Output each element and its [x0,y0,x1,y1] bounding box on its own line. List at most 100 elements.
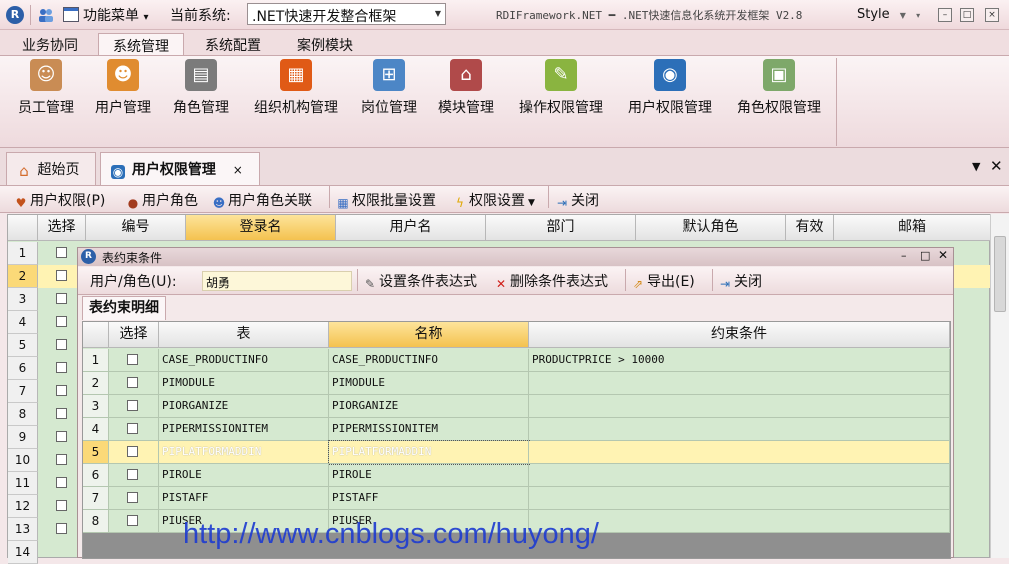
style-menu[interactable]: Style ▼ ▾ [857,7,920,22]
row-number[interactable]: 2 [83,372,109,395]
row-number[interactable]: 13 [8,518,38,541]
row-number[interactable]: 5 [83,441,109,464]
close-icon[interactable]: ✕ [990,157,1003,175]
maximize-icon[interactable]: □ [920,249,930,262]
minimize-icon[interactable]: – [901,249,907,262]
function-menu-button[interactable]: 功能菜单 ▾ [83,5,148,25]
close-icon[interactable]: × [985,8,999,22]
row-number[interactable]: 3 [8,288,38,311]
row-checkbox[interactable] [56,385,67,396]
tab-constraint-detail[interactable]: 表约束明细 [82,296,166,320]
row-number[interactable]: 1 [8,242,38,265]
row-checkbox[interactable] [56,270,67,281]
tab-business[interactable]: 业务协同 [8,33,92,56]
column-header[interactable]: 登录名 [186,215,336,241]
row-checkbox[interactable] [127,469,138,480]
export-button[interactable]: ⇗ 导出(E) [631,271,695,291]
row-number[interactable]: 1 [83,349,109,372]
row-checkbox[interactable] [127,492,138,503]
table-cell[interactable]: PIPERMISSIONITEM [159,418,329,441]
row-number[interactable]: 6 [83,464,109,487]
row-checkbox[interactable] [56,408,67,419]
dialog-close-button[interactable]: ⇥ 关闭 [718,271,762,291]
name-cell[interactable]: CASE_PRODUCTINFO [329,349,529,372]
column-header[interactable]: 名称 [329,322,529,348]
role-permission-button[interactable]: ▣ 角色权限管理 [731,59,827,123]
tab-user-permission[interactable]: ◉ 用户权限管理 × [100,152,260,185]
row-checkbox[interactable] [127,446,138,457]
column-header[interactable]: 约束条件 [529,322,950,348]
row-number[interactable]: 4 [83,418,109,441]
column-header[interactable]: 选择 [109,322,159,348]
row-checkbox[interactable] [56,362,67,373]
name-cell[interactable]: PIROLE [329,464,529,487]
post-management-button[interactable]: ⊞ 岗位管理 [357,59,421,123]
row-number[interactable]: 7 [8,380,38,403]
condition-cell[interactable] [529,441,950,464]
operation-permission-button[interactable]: ✎ 操作权限管理 [513,59,609,123]
row-number[interactable]: 9 [8,426,38,449]
maximize-icon[interactable]: □ [960,8,974,22]
condition-cell[interactable] [529,464,950,487]
table-cell[interactable]: PIORGANIZE [159,395,329,418]
close-icon[interactable]: ✕ [938,248,948,262]
row-checkbox[interactable] [56,316,67,327]
delete-expression-button[interactable]: ✕ 删除条件表达式 [494,271,608,291]
set-expression-button[interactable]: ✎ 设置条件表达式 [363,271,477,291]
row-checkbox[interactable] [56,293,67,304]
row-checkbox[interactable] [127,377,138,388]
name-cell[interactable]: PIPLATFORMADDIN [328,440,530,465]
row-checkbox[interactable] [127,354,138,365]
scrollbar-thumb[interactable] [994,236,1006,312]
column-header[interactable]: 默认角色 [636,215,786,241]
row-checkbox[interactable] [56,454,67,465]
row-checkbox[interactable] [56,431,67,442]
minimize-icon[interactable]: – [938,8,952,22]
row-number[interactable]: 8 [83,510,109,533]
tab-home[interactable]: ⌂ 超始页 [6,152,96,185]
row-number[interactable]: 8 [8,403,38,426]
row-checkbox[interactable] [56,339,67,350]
tab-system-management[interactable]: 系统管理 [98,33,184,56]
user-permission-button[interactable]: ♥ 用户权限(P) [14,190,106,210]
chevron-down-icon[interactable]: ▼ [972,160,980,173]
table-cell[interactable]: CASE_PRODUCTINFO [159,349,329,372]
user-role-link-button[interactable]: ☻ 用户角色关联 [212,190,312,210]
row-number[interactable]: 7 [83,487,109,510]
name-cell[interactable]: PIMODULE [329,372,529,395]
row-checkbox[interactable] [127,400,138,411]
staff-management-button[interactable]: ☺ 员工管理 [14,59,78,123]
row-number[interactable]: 14 [8,541,38,564]
table-cell[interactable]: PISTAFF [159,487,329,510]
row-checkbox[interactable] [56,247,67,258]
row-checkbox[interactable] [56,523,67,534]
tab-case-modules[interactable]: 案例模块 [283,33,367,56]
role-management-button[interactable]: ▤ 角色管理 [169,59,233,123]
users-icon[interactable] [38,7,54,23]
column-header[interactable]: 编号 [86,215,186,241]
table-cell[interactable]: PIMODULE [159,372,329,395]
condition-cell[interactable]: PRODUCTPRICE > 10000 [529,349,950,372]
condition-cell[interactable] [529,395,950,418]
user-permission-button[interactable]: ◉ 用户权限管理 [622,59,718,123]
table-cell[interactable]: PIPLATFORMADDIN [159,441,329,464]
user-role-field[interactable]: 胡勇 [202,271,352,291]
row-number[interactable]: 10 [8,449,38,472]
row-number[interactable]: 12 [8,495,38,518]
batch-permission-button[interactable]: ▦ 权限批量设置 [336,190,436,210]
user-role-button[interactable]: ● 用户角色 [126,190,198,210]
row-checkbox[interactable] [56,477,67,488]
condition-cell[interactable] [529,372,950,395]
close-button[interactable]: ⇥ 关闭 [555,190,599,210]
organization-management-button[interactable]: ▦ 组织机构管理 [248,59,344,123]
row-number[interactable]: 3 [83,395,109,418]
system-select[interactable]: .NET快速开发整合框架 ▼ [247,3,446,25]
close-icon[interactable]: × [233,163,243,177]
tab-system-config[interactable]: 系统配置 [191,33,275,56]
row-number[interactable]: 4 [8,311,38,334]
column-header[interactable]: 用户名 [336,215,486,241]
row-number[interactable]: 6 [8,357,38,380]
column-header[interactable]: 有效 [786,215,834,241]
condition-cell[interactable] [529,418,950,441]
module-management-button[interactable]: ⌂ 模块管理 [434,59,498,123]
